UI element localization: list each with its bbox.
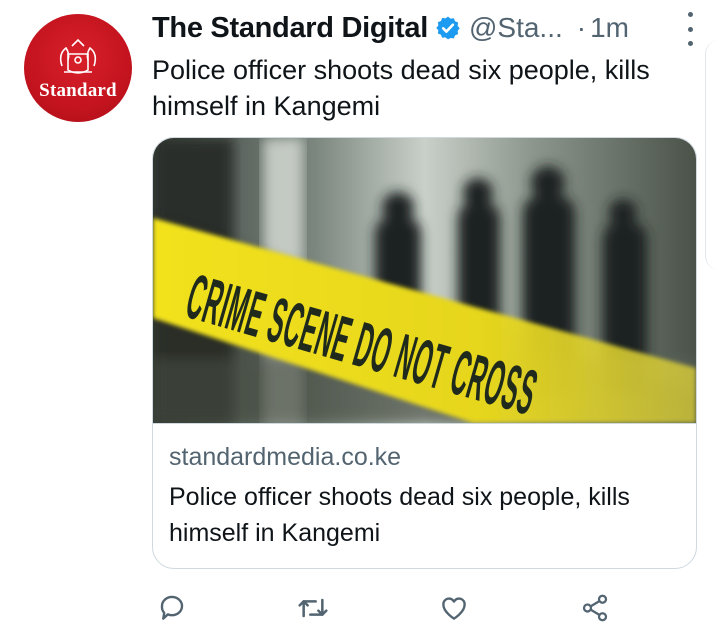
reply-button[interactable]: [152, 588, 192, 628]
author-handle[interactable]: @Sta...: [469, 12, 563, 44]
coat-of-arms-icon: [59, 38, 97, 74]
retweet-icon: [298, 598, 328, 618]
tweet-text: Police officer shoots dead six people, k…: [152, 55, 650, 121]
card-domain: standardmedia.co.ke: [169, 443, 402, 471]
tweet-actions: [152, 588, 697, 632]
card-image[interactable]: CRIME SCENE DO NOT CROSS: [153, 138, 696, 424]
verified-badge-icon: [436, 16, 460, 40]
timestamp[interactable]: 1m: [590, 12, 629, 44]
share-icon: [582, 594, 608, 622]
crime-scene-photo: CRIME SCENE DO NOT CROSS: [153, 138, 696, 423]
author-name[interactable]: The Standard Digital: [152, 12, 428, 45]
retweet-button[interactable]: [293, 588, 333, 628]
heart-icon: [442, 597, 466, 620]
avatar[interactable]: Standard: [24, 14, 132, 122]
share-button[interactable]: [575, 588, 615, 628]
link-card[interactable]: CRIME SCENE DO NOT CROSS standardmedia.c…: [152, 137, 697, 569]
avatar-label: Standard: [39, 80, 117, 101]
card-title: Police officer shoots dead six people, k…: [169, 483, 630, 547]
separator-dot: ·: [576, 12, 587, 43]
more-options-icon[interactable]: [683, 12, 697, 46]
tweet-header: The Standard Digital @Sta... · 1m: [152, 10, 697, 46]
speech-bubble-icon: [160, 595, 184, 620]
adjacent-card-edge: [705, 40, 720, 270]
like-button[interactable]: [434, 588, 474, 628]
